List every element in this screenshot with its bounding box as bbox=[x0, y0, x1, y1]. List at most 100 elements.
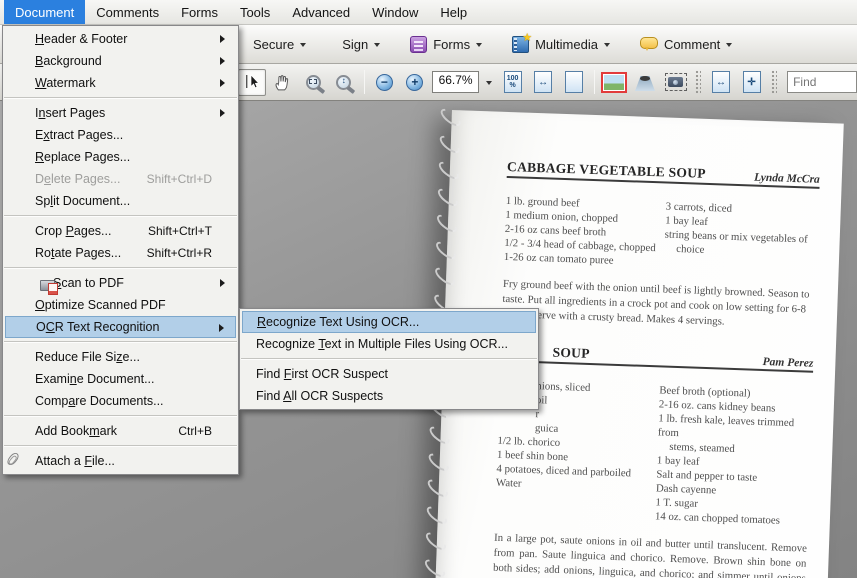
recipe1-instructions: Fry ground beef with the onion until bee… bbox=[502, 277, 816, 333]
menu-item-label: Find First OCR Suspect bbox=[256, 367, 388, 381]
menu-item-split-document[interactable]: Split Document... bbox=[5, 190, 236, 212]
menu-item-scan-to-pdf[interactable]: Scan to PDF bbox=[5, 272, 236, 294]
chevron-down-icon bbox=[604, 43, 610, 50]
zoom-in-icon: + bbox=[406, 74, 423, 91]
multimedia-label: Multimedia bbox=[535, 37, 598, 52]
submenu-arrow-icon bbox=[219, 324, 228, 332]
menu-item-delete-pages[interactable]: Delete Pages...Shift+Ctrl+D bbox=[5, 168, 236, 190]
document-menu: Header & FooterBackgroundWatermark Insert… bbox=[2, 25, 239, 475]
menu-shortcut: Shift+Ctrl+T bbox=[148, 224, 212, 238]
fit-width-icon: ↔ bbox=[712, 71, 730, 93]
menubar-item-help[interactable]: Help bbox=[429, 0, 478, 24]
spiral-ring bbox=[422, 556, 448, 578]
menu-separator bbox=[4, 267, 237, 269]
secure-label: Secure bbox=[253, 37, 294, 52]
recipe2-author: Pam Perez bbox=[762, 356, 813, 370]
spiral-ring bbox=[427, 424, 453, 447]
menubar-item-tools[interactable]: Tools bbox=[229, 0, 281, 24]
fit-page-icon bbox=[565, 71, 583, 93]
fit-width-button-2[interactable]: ↔ bbox=[707, 69, 735, 96]
loupe-tool-button[interactable] bbox=[631, 69, 659, 96]
sign-label: Sign bbox=[342, 37, 368, 52]
toolbar-grip bbox=[771, 70, 777, 94]
spiral-ring bbox=[437, 132, 463, 155]
menu-item-attach-a-file[interactable]: Attach a File... bbox=[5, 450, 236, 472]
menu-item-find-first-ocr-suspect[interactable]: Find First OCR Suspect bbox=[242, 363, 536, 385]
menu-item-recognize-text-in-multiple-files-using-ocr[interactable]: Recognize Text in Multiple Files Using O… bbox=[242, 333, 536, 355]
menu-item-label: Delete Pages... bbox=[35, 172, 120, 186]
menu-item-crop-pages[interactable]: Crop Pages...Shift+Ctrl+T bbox=[5, 220, 236, 242]
menubar-item-forms[interactable]: Forms bbox=[170, 0, 229, 24]
fit-width-button[interactable]: ↔ bbox=[529, 69, 557, 96]
menubar-item-advanced[interactable]: Advanced bbox=[281, 0, 361, 24]
menu-item-examine-document[interactable]: Examine Document... bbox=[5, 368, 236, 390]
menu-shortcut: Ctrl+B bbox=[178, 424, 212, 438]
menu-item-background[interactable]: Background bbox=[5, 50, 236, 72]
menu-item-label: Insert Pages bbox=[35, 106, 105, 120]
menu-item-find-all-ocr-suspects[interactable]: Find All OCR Suspects bbox=[242, 385, 536, 407]
forms-label: Forms bbox=[433, 37, 470, 52]
actual-size-button[interactable]: 100% bbox=[499, 69, 527, 96]
menu-separator bbox=[4, 445, 237, 447]
multimedia-icon bbox=[512, 36, 529, 53]
menu-item-add-bookmark[interactable]: Add BookmarkCtrl+B bbox=[5, 420, 236, 442]
forms-button[interactable]: Forms bbox=[402, 32, 490, 57]
menu-item-insert-pages[interactable]: Insert Pages bbox=[5, 102, 236, 124]
menu-item-label: Rotate Pages... bbox=[35, 246, 121, 260]
recipe2-ingredients: nions, slicedoilrguica1/2 lb. chorico1 b… bbox=[495, 378, 813, 529]
picture-tool-button[interactable] bbox=[601, 69, 629, 96]
recipe2-instructions: In a large pot, saute onions in oil and … bbox=[490, 531, 807, 578]
menu-item-label: Optimize Scanned PDF bbox=[35, 298, 166, 312]
menu-shortcut: Shift+Ctrl+R bbox=[147, 246, 212, 260]
sign-button[interactable]: Sign bbox=[328, 33, 388, 56]
paperclip-icon bbox=[5, 451, 20, 467]
dynamic-zoom-button[interactable]: ↕ bbox=[330, 69, 358, 96]
chevron-down-icon bbox=[300, 43, 306, 50]
toolbar-grip[interactable] bbox=[695, 70, 701, 94]
zoom-level-field[interactable]: 66.7% bbox=[432, 71, 480, 93]
snapshot-tool-button[interactable] bbox=[662, 69, 690, 96]
zoom-in-button[interactable]: + bbox=[401, 69, 429, 96]
zoom-out-button[interactable]: − bbox=[371, 69, 399, 96]
menu-item-extract-pages[interactable]: Extract Pages... bbox=[5, 124, 236, 146]
submenu-arrow-icon bbox=[220, 109, 229, 117]
menubar-item-comments[interactable]: Comments bbox=[85, 0, 170, 24]
marquee-zoom-button[interactable] bbox=[299, 69, 327, 96]
menubar-item-document[interactable]: Document bbox=[4, 0, 85, 24]
secure-button[interactable]: Secure bbox=[245, 33, 314, 56]
scanner-icon bbox=[40, 276, 58, 294]
menu-item-watermark[interactable]: Watermark bbox=[5, 72, 236, 94]
menu-item-header-footer[interactable]: Header & Footer bbox=[5, 28, 236, 50]
spiral-ring bbox=[433, 238, 459, 261]
fit-page-arrows-button[interactable]: ✛ bbox=[738, 69, 766, 96]
menu-item-label: Find All OCR Suspects bbox=[256, 389, 383, 403]
comment-label: Comment bbox=[664, 37, 720, 52]
chevron-down-icon bbox=[476, 43, 482, 50]
zoom-dropdown-button[interactable] bbox=[482, 71, 495, 93]
menu-item-label: Split Document... bbox=[35, 194, 130, 208]
hand-tool-button[interactable] bbox=[269, 69, 297, 96]
find-input[interactable] bbox=[787, 71, 857, 93]
select-tool-icon bbox=[243, 73, 261, 91]
select-tool-button[interactable] bbox=[238, 69, 266, 96]
menu-item-replace-pages[interactable]: Replace Pages... bbox=[5, 146, 236, 168]
menu-item-label: Examine Document... bbox=[35, 372, 155, 386]
fit-page-button[interactable] bbox=[560, 69, 588, 96]
menu-item-compare-documents[interactable]: Compare Documents... bbox=[5, 390, 236, 412]
menu-item-label: Replace Pages... bbox=[35, 150, 130, 164]
menu-item-label: Compare Documents... bbox=[35, 394, 164, 408]
menubar-item-window[interactable]: Window bbox=[361, 0, 429, 24]
menu-item-optimize-scanned-pdf[interactable]: Optimize Scanned PDF bbox=[5, 294, 236, 316]
comment-button[interactable]: Comment bbox=[632, 33, 740, 56]
menu-item-rotate-pages[interactable]: Rotate Pages... Shift+Ctrl+R bbox=[5, 242, 236, 264]
menu-item-reduce-file-size[interactable]: Reduce File Size... bbox=[5, 346, 236, 368]
menu-item-label: Extract Pages... bbox=[35, 128, 123, 142]
menu-item-ocr-text-recognition[interactable]: OCR Text Recognition bbox=[5, 316, 236, 338]
spiral-ring bbox=[438, 106, 464, 129]
recipe2-header: SOUP Pam Perez bbox=[500, 343, 813, 373]
forms-icon bbox=[410, 36, 427, 53]
menu-item-recognize-text-using-ocr[interactable]: Recognize Text Using OCR... bbox=[242, 311, 536, 333]
multimedia-button[interactable]: Multimedia bbox=[504, 32, 618, 57]
chevron-down-icon bbox=[726, 43, 732, 50]
submenu-arrow-icon bbox=[220, 57, 229, 65]
